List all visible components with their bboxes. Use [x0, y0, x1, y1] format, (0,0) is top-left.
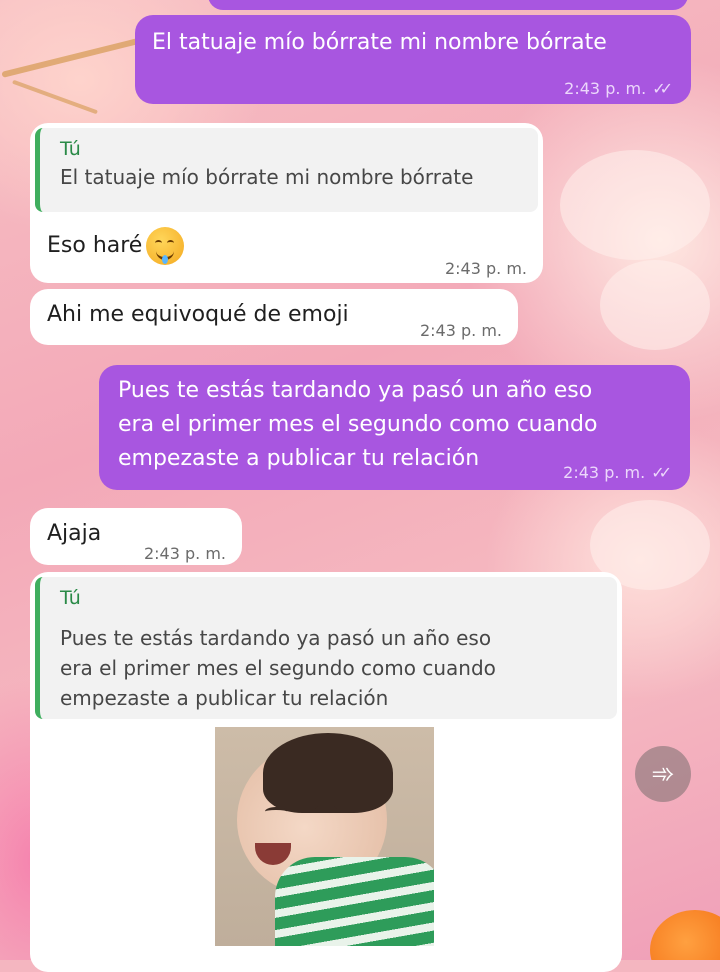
message-text: Eso haré [47, 227, 185, 265]
sticker-baby-eye [315, 805, 337, 814]
message-time: 2:43 p. m. [444, 259, 527, 278]
message-text-line: empezaste a publicar tu relación [118, 446, 480, 471]
message-text: Ajaja [47, 521, 102, 546]
wallpaper-fruit [650, 910, 720, 960]
sticker-baby-shirt [275, 857, 434, 946]
quoted-author: Tú [60, 587, 81, 609]
message-text-line: era el primer mes el segundo como cuando [118, 412, 598, 437]
incoming-message-bubble[interactable]: Tú El tatuaje mío bórrate mi nombre bórr… [30, 123, 543, 283]
message-text: El tatuaje mío bórrate mi nombre bórrate [152, 30, 607, 55]
wallpaper-petal [560, 150, 710, 260]
quoted-text: El tatuaje mío bórrate mi nombre bórrate [60, 165, 474, 189]
incoming-message-bubble[interactable]: Ajaja 2:43 p. m. [30, 508, 242, 565]
wallpaper-petal [600, 260, 710, 350]
double-check-icon: ✓✓ [651, 463, 672, 482]
quoted-text-line: era el primer mes el segundo como cuando [60, 656, 496, 680]
incoming-message-bubble[interactable]: Ahi me equivoqué de emoji 2:43 p. m. [30, 289, 518, 345]
quoted-message[interactable]: Tú El tatuaje mío bórrate mi nombre bórr… [35, 128, 538, 212]
previous-message-bubble[interactable] [208, 0, 688, 10]
drooling-face-emoji [146, 227, 185, 265]
quoted-message[interactable]: Tú Pues te estás tardando ya pasó un año… [35, 577, 617, 719]
message-time: 2:43 p. m. ✓✓ [563, 457, 672, 488]
quoted-author: Tú [60, 138, 81, 160]
outgoing-message-bubble[interactable]: El tatuaje mío bórrate mi nombre bórrate… [135, 15, 691, 104]
message-time: 2:43 p. m. ✓✓ [564, 73, 673, 104]
message-text: Ahi me equivoqué de emoji [47, 302, 349, 327]
quoted-text-line: Pues te estás tardando ya pasó un año es… [60, 626, 492, 650]
wallpaper-branch [12, 79, 98, 115]
double-check-icon: ✓✓ [652, 79, 673, 98]
message-text-line: Pues te estás tardando ya pasó un año es… [118, 378, 593, 403]
wallpaper-branch [1, 38, 139, 78]
sticker-baby-eye [265, 807, 287, 816]
laughing-baby-sticker[interactable] [215, 727, 434, 946]
sticker-baby-hair [263, 733, 393, 813]
quoted-text-line: empezaste a publicar tu relación [60, 686, 389, 710]
message-time: 2:43 p. m. [419, 321, 502, 340]
message-time: 2:43 p. m. [143, 544, 226, 563]
forward-icon[interactable]: ➾ [635, 746, 691, 802]
outgoing-message-bubble[interactable]: Pues te estás tardando ya pasó un año es… [99, 365, 690, 490]
